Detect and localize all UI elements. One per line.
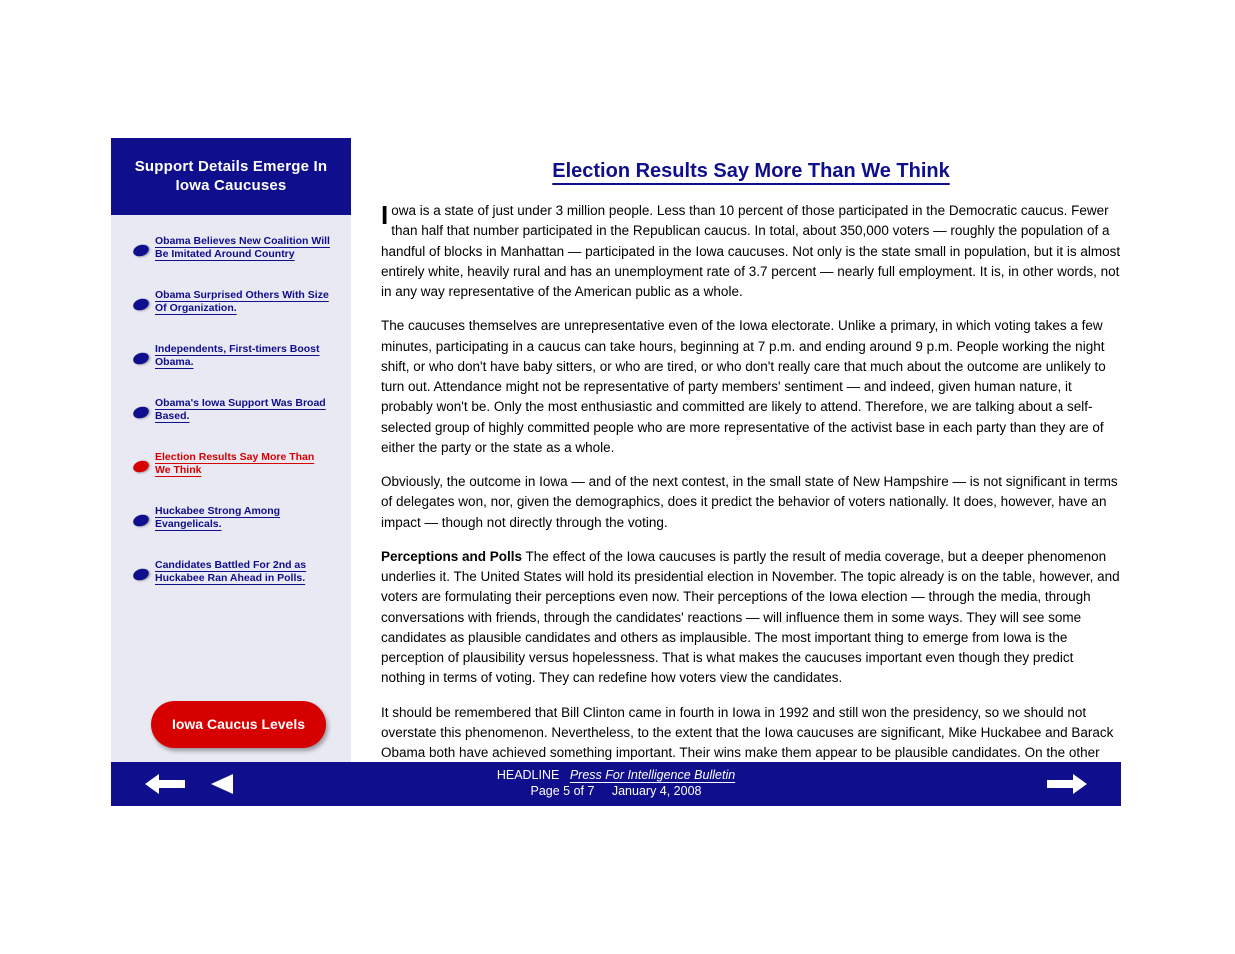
bullet-icon [132,459,151,474]
sidebar-item-6[interactable]: Candidates Battled For 2nd as Huckabee R… [133,559,331,599]
first-page-arrow-icon[interactable] [145,772,185,796]
sidebar-item-3[interactable]: Obama's Iowa Support Was Broad Based. [133,397,331,437]
article-title: Election Results Say More Than We Think [381,160,1121,183]
sidebar-item-1[interactable]: Obama Surprised Others With Size Of Orga… [133,289,331,329]
footer-bar: HEADLINE Press For Intelligence Bulletin… [111,762,1121,806]
iowa-caucus-levels-button[interactable]: Iowa Caucus Levels [151,701,326,748]
sidebar-item-label: Independents, First-timers Boost Obama. [155,343,331,373]
bullet-icon [132,405,151,420]
article-paragraph: The caucuses themselves are unrepresenta… [381,316,1121,458]
next-page-arrow-icon[interactable] [1047,772,1087,801]
bullet-icon [132,513,151,528]
sidebar-body: Obama Believes New Coalition Will Be Imi… [111,215,351,599]
footer-meta: Page 5 of 7 January 4, 2008 [497,784,735,800]
sidebar-item-2[interactable]: Independents, First-timers Boost Obama. [133,343,331,383]
sidebar-item-0[interactable]: Obama Believes New Coalition Will Be Imi… [133,235,331,275]
main-content: Election Results Say More Than We Think … [381,138,1121,762]
bullet-icon [132,351,151,366]
page-container: Support Details Emerge In Iowa Caucuses … [111,138,1121,806]
footer-date: January 4, 2008 [612,784,702,798]
sidebar-title: Support Details Emerge In Iowa Caucuses [111,138,351,215]
bullet-icon [132,567,151,582]
sidebar: Support Details Emerge In Iowa Caucuses … [111,138,351,762]
sidebar-item-5[interactable]: Huckabee Strong Among Evangelicals. [133,505,331,545]
footer-page-marker: Page 5 of 7 [531,784,595,798]
sidebar-item-label: Obama Surprised Others With Size Of Orga… [155,289,331,319]
footer-headline-line: HEADLINE Press For Intelligence Bulletin [497,768,735,784]
bullet-icon [132,297,151,312]
sidebar-item-label: Huckabee Strong Among Evangelicals. [155,505,331,535]
footer-headline-link[interactable]: Press For Intelligence Bulletin [570,768,735,782]
sidebar-item-label: Obama Believes New Coalition Will Be Imi… [155,235,331,265]
article-paragraph: Obviously, the outcome in Iowa — and of … [381,472,1121,533]
article-paragraph: Iowa is a state of just under 3 million … [381,201,1121,302]
bullet-icon [132,243,151,258]
sidebar-item-label: Election Results Say More Than We Think [155,451,331,481]
prev-page-arrow-icon[interactable] [211,774,233,799]
article-body: Iowa is a state of just under 3 million … [381,201,1121,804]
article-paragraph: Perceptions and Polls The effect of the … [381,547,1121,689]
sidebar-item-4-active[interactable]: Election Results Say More Than We Think [133,451,331,491]
footer-headline-label: HEADLINE [497,768,560,782]
sidebar-item-label: Candidates Battled For 2nd as Huckabee R… [155,559,331,589]
footer-center: HEADLINE Press For Intelligence Bulletin… [497,768,735,799]
sidebar-item-label: Obama's Iowa Support Was Broad Based. [155,397,331,427]
